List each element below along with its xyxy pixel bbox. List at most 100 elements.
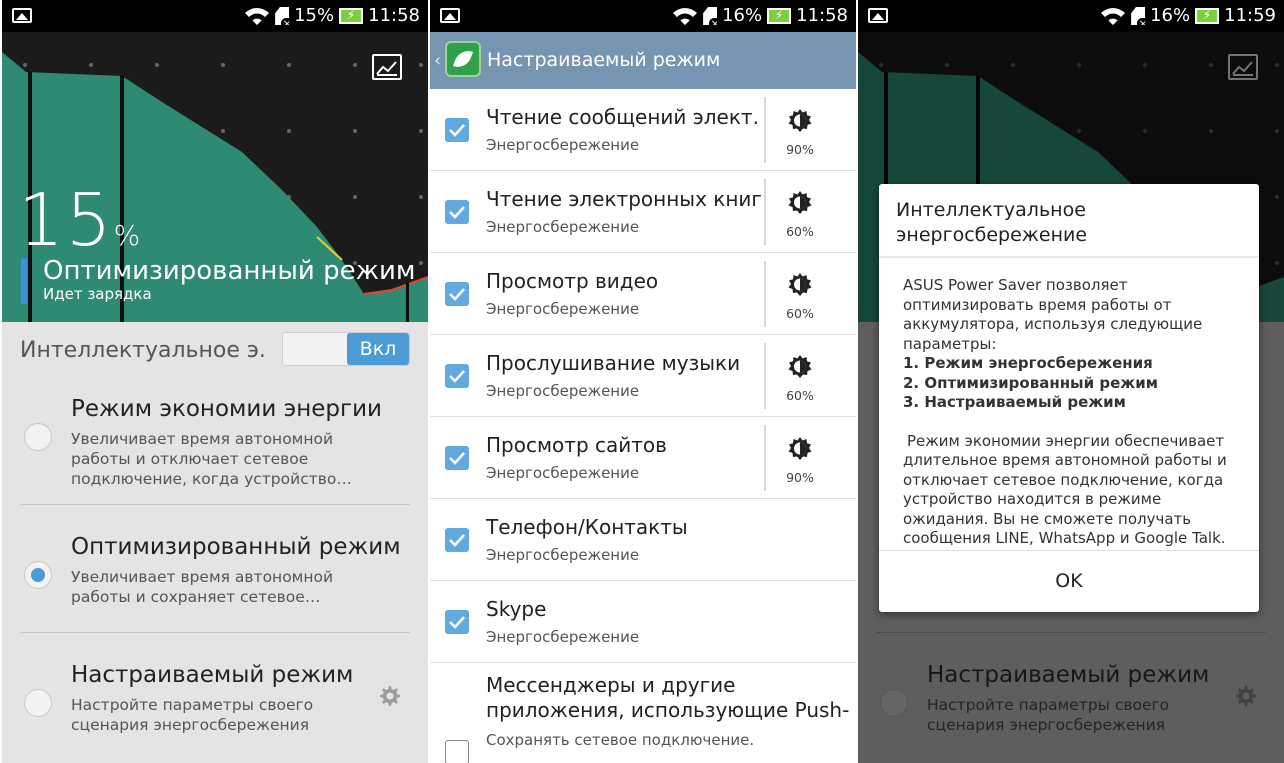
item-title-line2: приложения, использующие Push-	[486, 698, 850, 722]
brightness-icon[interactable]	[786, 107, 814, 135]
clock: 11:58	[796, 5, 848, 26]
list-item[interactable]: Чтение электронных книг Энергосбережение 6…	[430, 171, 856, 253]
gear-icon[interactable]	[378, 684, 402, 708]
item-checkbox[interactable]	[445, 740, 469, 763]
list-item[interactable]: Skype Энергосбережение	[430, 581, 856, 663]
item-subtitle: Сохранять сетевое подключение.	[486, 731, 755, 749]
app-bar: ‹ Настраиваемый режим	[430, 32, 856, 89]
item-title: Просмотр видео	[486, 269, 659, 293]
sdcard-icon	[703, 7, 718, 25]
dialog-button-divider	[879, 550, 1259, 551]
wifi-icon	[245, 8, 270, 25]
mode-indicator-bar	[21, 258, 27, 304]
wifi-icon	[673, 8, 698, 25]
battery-charging-icon: ⚡	[339, 8, 364, 24]
battery-percent: 15%	[294, 5, 335, 26]
item-checkbox[interactable]	[445, 610, 469, 634]
sdcard-icon	[275, 7, 290, 25]
list-item[interactable]: Телефон/Контакты Энергосбережение	[430, 499, 856, 581]
list-item[interactable]: Прослушивание музыки Энергосбережение 60%	[430, 335, 856, 417]
list-item-messengers[interactable]: Мессенджеры и другие приложения, использу…	[430, 663, 856, 763]
wifi-icon	[1101, 8, 1126, 25]
toggle-on-label: Вкл	[347, 333, 409, 365]
ok-button[interactable]: OK	[879, 570, 1259, 592]
leaf-app-icon[interactable]	[445, 41, 481, 77]
dialog-title-divider	[879, 256, 1259, 258]
mode-title: Режим экономии энергии	[71, 396, 382, 422]
radio-power-saving[interactable]	[24, 423, 52, 451]
divider	[20, 504, 410, 505]
brightness-icon[interactable]	[786, 353, 814, 381]
item-subtitle: Энергосбережение	[486, 382, 640, 400]
list-item[interactable]: Просмотр сайтов Энергосбережение 90%	[430, 417, 856, 499]
item-subtitle: Энергосбережение	[486, 628, 640, 646]
item-title: Чтение электронных книг	[486, 187, 762, 211]
info-dialog: Интеллектуальное энергосбережение ASUS P…	[879, 184, 1259, 612]
item-subtitle: Энергосбережение	[486, 218, 640, 236]
smart-saving-toggle[interactable]: Вкл	[282, 332, 410, 366]
item-subtitle: Энергосбережение	[486, 300, 640, 318]
dialog-detail: Режим экономии энергии обеспечивает длит…	[903, 431, 1227, 548]
mode-title: Оптимизированный режим	[71, 534, 401, 560]
mode-power-saving[interactable]: Режим экономии энергии Увеличивает время…	[2, 372, 428, 502]
item-title: Чтение сообщений элект.	[486, 105, 759, 129]
smart-saving-row: Интеллектуальное э. Вкл	[20, 332, 410, 370]
item-title: Прослушивание музыки	[486, 351, 741, 375]
item-subtitle: Энергосбережение	[486, 136, 640, 154]
dialog-option-3: 3. Настраиваемый режим	[903, 393, 1126, 411]
item-subtitle: Энергосбережение	[486, 464, 640, 482]
status-bar: 16% ⚡ 11:58	[430, 0, 856, 32]
radio-optimized[interactable]	[24, 561, 52, 589]
battery-level-value: 15	[18, 178, 114, 262]
status-bar: 16% ⚡ 11:59	[858, 0, 1284, 32]
battery-charging-icon: ⚡	[1195, 8, 1220, 24]
brightness-value: 60%	[786, 306, 814, 321]
mode-selection: Интеллектуальное э. Вкл Режим экономии э…	[2, 322, 428, 763]
mode-desc: Настройте параметры своего сценария энер…	[71, 696, 314, 734]
brightness-value: 90%	[786, 142, 814, 157]
list-item[interactable]: Просмотр видео Энергосбережение 60%	[430, 253, 856, 335]
check-icon	[449, 288, 465, 301]
clock: 11:58	[368, 5, 420, 26]
battery-percent: 16%	[1150, 5, 1191, 26]
battery-graph: 15% Оптимизированный режим Идет зарядка	[2, 32, 428, 322]
item-checkbox[interactable]	[445, 446, 469, 470]
item-title: Просмотр сайтов	[486, 433, 667, 457]
dialog-intro: ASUS Power Saver позволяет оптимизироват…	[903, 276, 1203, 353]
mode-optimized[interactable]: Оптимизированный режим Увеличивает время…	[2, 510, 428, 640]
item-checkbox[interactable]	[445, 118, 469, 142]
mode-desc: Увеличивает время автономной работы и от…	[71, 430, 352, 488]
battery-level-unit: %	[113, 219, 143, 252]
item-separator	[764, 97, 766, 163]
current-mode-title: Оптимизированный режим	[43, 256, 416, 286]
brightness-icon[interactable]	[786, 189, 814, 217]
mode-customizable[interactable]: Настраиваемый режим Настройте параметры …	[2, 638, 428, 763]
gallery-icon	[868, 8, 888, 23]
screen-power-saver-main: 15% ⚡ 11:58 15% Оптимизированный режи	[2, 0, 428, 763]
clock: 11:59	[1224, 5, 1276, 26]
smart-saving-label: Интеллектуальное э.	[20, 338, 266, 363]
battery-charging-icon: ⚡	[767, 8, 792, 24]
brightness-value: 90%	[786, 470, 814, 485]
item-checkbox[interactable]	[445, 528, 469, 552]
brightness-icon[interactable]	[786, 435, 814, 463]
screen-info-dialog: 16% ⚡ 11:59 Настраиваемый режим Нас	[858, 0, 1284, 763]
check-icon	[449, 206, 465, 219]
radio-customizable[interactable]	[24, 689, 52, 717]
check-icon	[449, 616, 465, 629]
gallery-icon	[440, 8, 460, 23]
item-separator	[764, 343, 766, 409]
list-item[interactable]: Чтение сообщений элект. Энергосбережение 9…	[430, 89, 856, 171]
scenario-list: Чтение сообщений элект. Энергосбережение 9…	[430, 89, 856, 763]
item-checkbox[interactable]	[445, 282, 469, 306]
item-separator	[764, 179, 766, 245]
dialog-body: ASUS Power Saver позволяет оптимизироват…	[903, 276, 1243, 549]
brightness-icon[interactable]	[786, 271, 814, 299]
picture-icon[interactable]	[372, 54, 402, 80]
back-chevron-icon[interactable]: ‹	[434, 50, 441, 71]
item-checkbox[interactable]	[445, 364, 469, 388]
item-checkbox[interactable]	[445, 200, 469, 224]
brightness-value: 60%	[786, 224, 814, 239]
item-title-line1: Мессенджеры и другие	[486, 673, 736, 697]
brightness-value: 60%	[786, 388, 814, 403]
